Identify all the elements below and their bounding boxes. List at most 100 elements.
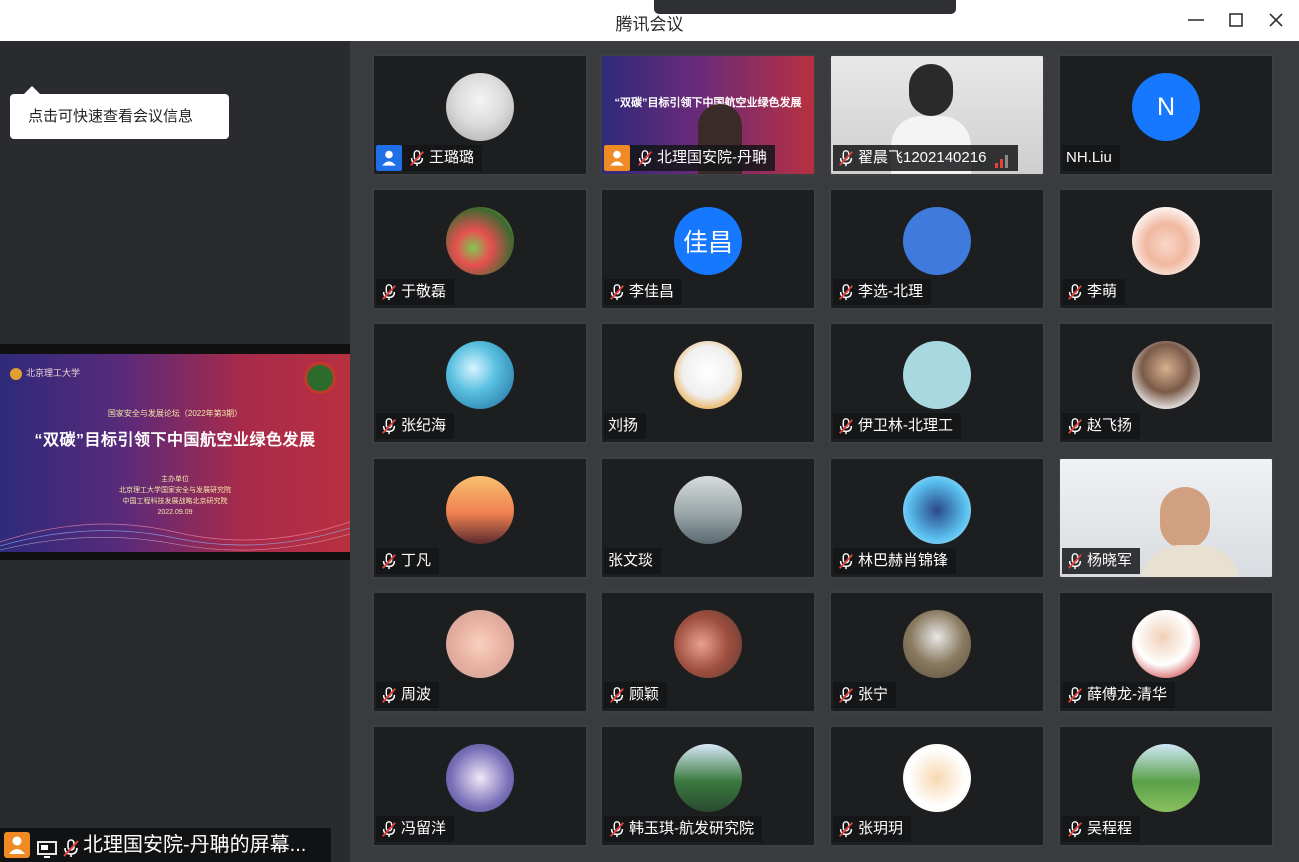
mic-muted-icon <box>1066 686 1084 704</box>
participant-tile[interactable]: 张宁 <box>829 591 1045 713</box>
participant-name-bar: 林巴赫肖锦锋 <box>833 548 957 574</box>
participant-tile[interactable]: 吴程程 <box>1058 725 1274 847</box>
mic-muted-icon <box>408 149 426 167</box>
slide-forum: 国家安全与发展论坛（2022年第3期） <box>107 409 243 418</box>
participant-name: 丁凡 <box>401 552 432 569</box>
host-person-icon <box>376 145 402 171</box>
shared-screen-panel: 点击可快速查看会议信息 北京理工大学 国家安全与发展论坛（2022年第3期） “… <box>0 41 350 862</box>
participant-tile[interactable]: 周波 <box>372 591 588 713</box>
mic-muted-icon <box>1066 820 1084 838</box>
network-signal-icon <box>994 151 1010 168</box>
participant-tile[interactable]: 韩玉琪-航发研究院 <box>600 725 816 847</box>
person-body <box>1140 545 1240 577</box>
participant-name: 伊卫林-北理工 <box>858 417 953 434</box>
mic-muted-icon <box>380 820 398 838</box>
participant-avatar <box>674 341 742 409</box>
participant-tile[interactable]: 冯留洋 <box>372 725 588 847</box>
participant-name: 杨晓军 <box>1087 552 1133 569</box>
mic-muted-icon <box>636 149 654 167</box>
participant-tile[interactable]: 张玥玥 <box>829 725 1045 847</box>
participant-avatar <box>1132 341 1200 409</box>
participant-avatar: 佳昌 <box>674 207 742 275</box>
meeting-info-tooltip[interactable]: 点击可快速查看会议信息 <box>10 86 229 139</box>
participant-tile[interactable]: 李萌 <box>1058 188 1274 310</box>
screen-share-icon <box>37 836 57 858</box>
participant-tile[interactable]: 张纪海 <box>372 322 588 444</box>
participant-avatar <box>674 476 742 544</box>
participant-tile[interactable]: 刘扬 <box>600 322 816 444</box>
shared-screen-view[interactable]: 北京理工大学 国家安全与发展论坛（2022年第3期） “双碳”目标引领下中国航空… <box>0 344 350 560</box>
mic-muted-icon <box>837 149 855 167</box>
title-bar: 腾讯会议 <box>0 0 1299 41</box>
school-logo-icon <box>10 367 22 380</box>
participant-avatar <box>903 207 971 275</box>
participant-name-bar: 李选-北理 <box>833 279 931 305</box>
maximize-icon[interactable] <box>1225 9 1247 31</box>
participant-name-bar: NH.Liu <box>1062 145 1120 171</box>
mic-muted-icon <box>837 820 855 838</box>
participant-name: 王璐璐 <box>429 149 475 166</box>
institute-emblem-icon <box>304 362 336 394</box>
participant-tile[interactable]: 翟晨飞1202140216 <box>829 54 1045 176</box>
participant-tile[interactable]: 佳昌李佳昌 <box>600 188 816 310</box>
mic-muted-icon <box>608 820 626 838</box>
slide-wave-decoration <box>0 521 350 551</box>
mic-muted-icon <box>837 552 855 570</box>
participant-tile[interactable]: 张文琰 <box>600 457 816 579</box>
participant-tile[interactable]: 王璐璐 <box>372 54 588 176</box>
participant-tile[interactable]: 于敬磊 <box>372 188 588 310</box>
participant-name: 李选-北理 <box>858 283 923 300</box>
participant-name-bar: 薛傅龙-清华 <box>1062 682 1175 708</box>
mic-muted-icon <box>380 417 398 435</box>
participant-avatar <box>446 476 514 544</box>
participant-tile[interactable]: 丁凡 <box>372 457 588 579</box>
minimize-icon[interactable] <box>1185 9 1207 31</box>
participant-name-bar: 李佳昌 <box>604 279 683 305</box>
participant-tile[interactable]: 李选-北理 <box>829 188 1045 310</box>
participant-tile[interactable]: 顾颖 <box>600 591 816 713</box>
participant-name-bar: 张宁 <box>833 682 897 708</box>
window-title: 腾讯会议 <box>615 15 684 34</box>
participant-avatar <box>674 610 742 678</box>
mic-muted-icon <box>837 417 855 435</box>
slide-headline: “双碳”目标引领下中国航空业绿色发展 <box>34 432 316 449</box>
participant-name-bar: 周波 <box>376 682 440 708</box>
presenter-label[interactable]: 北理国安院-丹聃的屏幕... <box>0 828 331 862</box>
mic-muted-icon <box>837 686 855 704</box>
person-head <box>909 64 953 116</box>
participant-avatar <box>903 341 971 409</box>
mic-muted-icon <box>380 686 398 704</box>
participant-tile[interactable]: 伊卫林-北理工 <box>829 322 1045 444</box>
participant-tile[interactable]: 赵飞扬 <box>1058 322 1274 444</box>
school-logo: 北京理工大学 <box>10 366 80 380</box>
participant-avatar <box>903 476 971 544</box>
participant-name: 张文琰 <box>608 552 654 569</box>
participant-name: 翟晨飞1202140216 <box>858 149 987 166</box>
participant-avatar: N <box>1132 73 1200 141</box>
school-name: 北京理工大学 <box>26 368 81 378</box>
participant-tile[interactable]: 薛傅龙-清华 <box>1058 591 1274 713</box>
participant-name: NH.Liu <box>1066 149 1112 166</box>
participant-name-bar: 张文琰 <box>604 548 662 574</box>
participant-avatar <box>903 610 971 678</box>
participant-tile[interactable]: “双碳”目标引领下中国航空业绿色发展 北理国安院-丹聃 <box>600 54 816 176</box>
participant-avatar <box>446 341 514 409</box>
participant-tile[interactable]: N NH.Liu <box>1058 54 1274 176</box>
participant-name-bar: 吴程程 <box>1062 816 1141 842</box>
participant-name: 张宁 <box>858 686 889 703</box>
participant-name: 李萌 <box>1087 283 1118 300</box>
mic-muted-icon <box>1066 283 1084 301</box>
participant-name-bar: 赵飞扬 <box>1062 413 1141 439</box>
shared-slide: 北京理工大学 国家安全与发展论坛（2022年第3期） “双碳”目标引领下中国航空… <box>0 354 350 552</box>
participant-name-bar: 冯留洋 <box>376 816 455 842</box>
participant-name-bar: 伊卫林-北理工 <box>833 413 961 439</box>
participant-tile[interactable]: 林巴赫肖锦锋 <box>829 457 1045 579</box>
host-person-icon <box>4 832 30 858</box>
participant-name: 林巴赫肖锦锋 <box>858 552 949 569</box>
participant-name-bar: 韩玉琪-航发研究院 <box>604 816 762 842</box>
close-icon[interactable] <box>1265 9 1287 31</box>
participant-name: 周波 <box>401 686 432 703</box>
participant-name-bar: 于敬磊 <box>376 279 455 305</box>
person-head <box>1160 487 1210 549</box>
participant-tile[interactable]: 杨晓军 <box>1058 457 1274 579</box>
